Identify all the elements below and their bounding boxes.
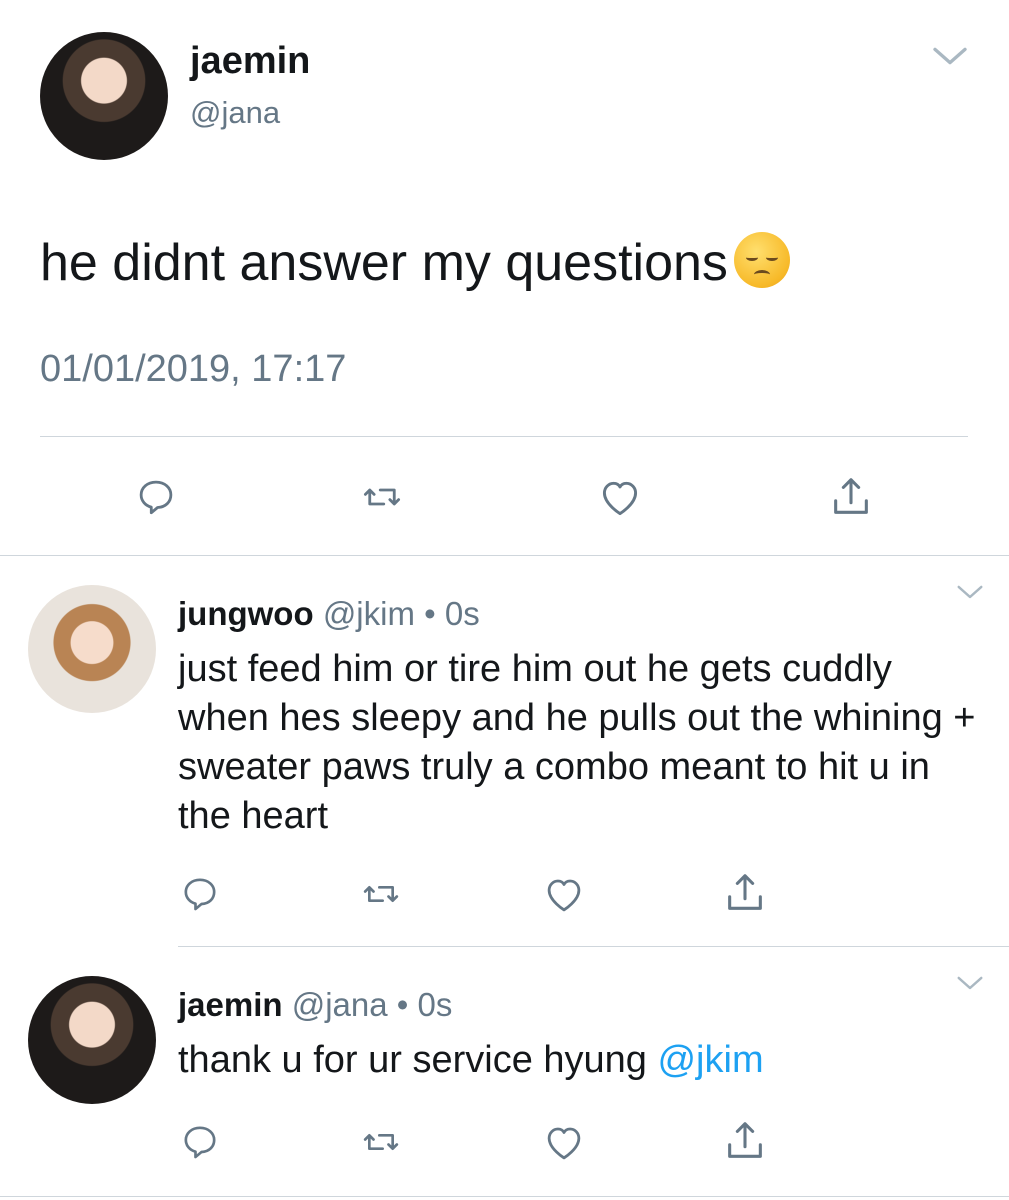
like-icon[interactable]: [598, 476, 642, 520]
avatar[interactable]: [28, 585, 156, 713]
pensive-face-emoji-icon: [733, 232, 790, 288]
reply-icon[interactable]: [180, 1122, 220, 1162]
reply-text-content: thank u for ur service hyung: [178, 1039, 647, 1081]
display-name[interactable]: jungwoo: [178, 595, 314, 632]
timestamp: 01/01/2019, 17:17: [40, 348, 347, 390]
display-name[interactable]: jaemin: [190, 40, 310, 83]
like-icon[interactable]: [543, 874, 585, 916]
tweet-text: he didnt answer my questions: [40, 232, 790, 293]
chevron-down-icon[interactable]: [928, 36, 972, 76]
chevron-down-icon[interactable]: [952, 968, 988, 998]
chevron-down-icon[interactable]: [952, 577, 988, 607]
tweet-text-content: he didnt answer my questions: [40, 234, 728, 292]
like-icon[interactable]: [543, 1122, 585, 1164]
avatar[interactable]: [40, 32, 168, 160]
share-icon[interactable]: [722, 870, 768, 916]
handle[interactable]: @jkim: [323, 595, 415, 632]
reply-icon[interactable]: [180, 874, 220, 914]
divider: [40, 436, 968, 437]
reply-header: jungwoo @jkim • 0s: [178, 595, 480, 633]
handle[interactable]: @jana: [190, 95, 280, 131]
avatar[interactable]: [28, 976, 156, 1104]
display-name[interactable]: jaemin: [178, 986, 283, 1023]
share-icon[interactable]: [828, 474, 874, 520]
divider: [178, 946, 1009, 947]
timestamp: • 0s: [396, 986, 453, 1023]
share-icon[interactable]: [722, 1118, 768, 1164]
divider: [0, 555, 1009, 556]
retweet-icon[interactable]: [357, 476, 407, 518]
handle[interactable]: @jana: [292, 986, 388, 1023]
reply-text: thank u for ur service hyung @jkim: [178, 1036, 978, 1085]
reply-header: jaemin @jana • 0s: [178, 986, 452, 1024]
retweet-icon[interactable]: [357, 874, 405, 914]
retweet-icon[interactable]: [357, 1122, 405, 1162]
mention-link[interactable]: @jkim: [657, 1039, 763, 1081]
divider: [0, 1196, 1009, 1197]
reply-icon[interactable]: [135, 476, 177, 518]
reply-text: just feed him or tire him out he gets cu…: [178, 648, 976, 837]
timestamp: • 0s: [424, 595, 480, 632]
